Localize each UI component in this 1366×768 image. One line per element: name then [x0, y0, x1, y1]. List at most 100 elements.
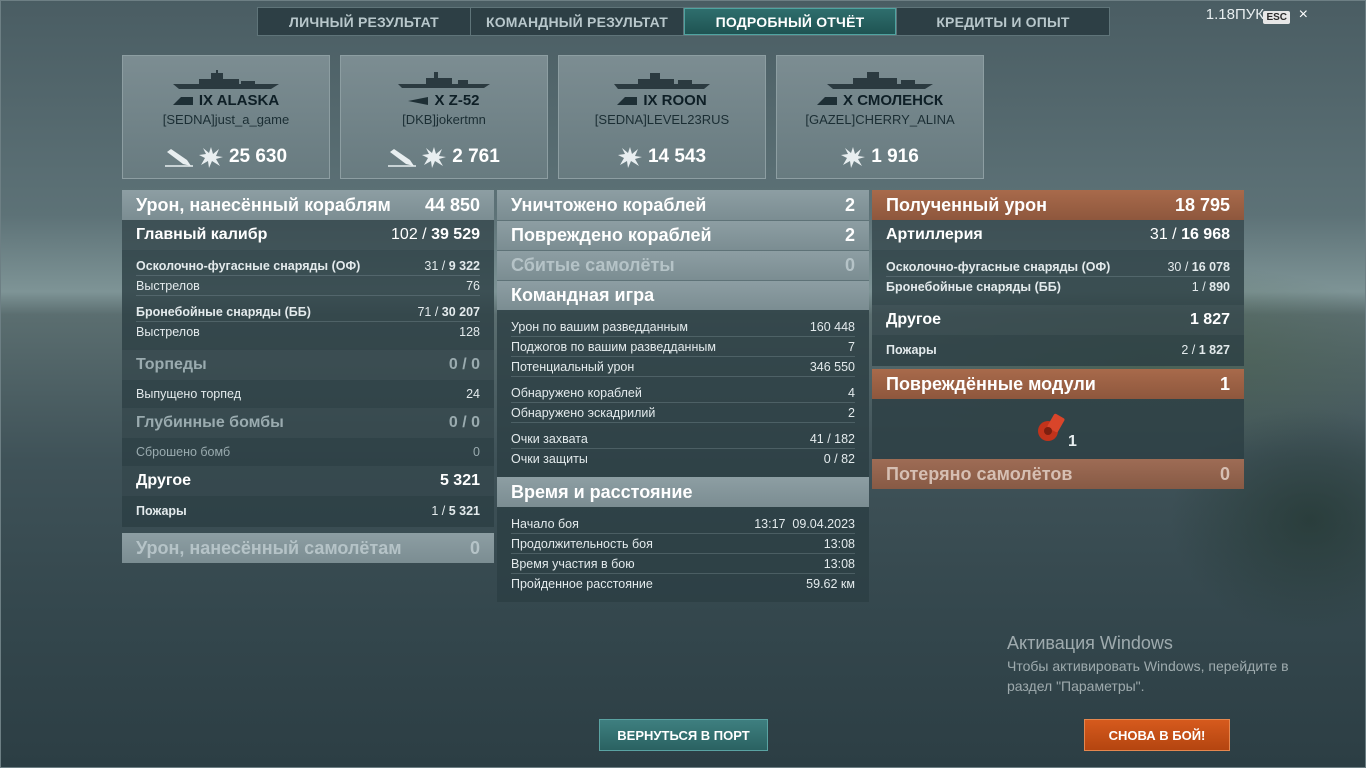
damage-dealt-value: 44 850: [424, 194, 480, 215]
time-distance-title: Время и расстояние: [511, 481, 693, 502]
ship-tier: X: [843, 92, 854, 109]
ships-damaged-label: Повреждено кораблей: [511, 225, 712, 245]
tab-team-result[interactable]: КОМАНДНЫЙ РЕЗУЛЬТАТ: [471, 8, 684, 35]
main-battery-value: 39 529: [431, 226, 480, 243]
list-item: Выстрелов 76: [136, 276, 480, 296]
tab-detailed-report[interactable]: ПОДРОБНЫЙ ОТЧЁТ: [684, 8, 897, 35]
list-item: Время участия в бою 13:08: [511, 554, 855, 574]
ship-sunk-icon: [388, 149, 417, 167]
list-item: Сброшено бомб 0: [136, 445, 480, 459]
artillery-value: 16 968: [1181, 226, 1230, 243]
damage-received-label: Полученный урон: [886, 194, 1047, 215]
list-item: Бронебойные снаряды (ББ) 71 / 30 207: [136, 302, 480, 322]
ships-damaged-value: 2: [844, 225, 855, 245]
battle-summary-panel: Уничтожено кораблей 2 Повреждено корабле…: [497, 190, 869, 602]
damage-dealt-label: Урон, нанесённый кораблям: [136, 194, 391, 215]
list-item: Начало боя 13:17 09.04.2023: [511, 514, 855, 534]
ship-name: Z-52: [448, 92, 480, 109]
artillery-label: Артиллерия: [886, 226, 983, 243]
ship-damage-value: 2 761: [452, 146, 500, 167]
list-item: Выстрелов 128: [136, 325, 480, 339]
ship-damage-value: 14 543: [647, 146, 707, 167]
ship-card: X СМОЛЕНСК [GAZEL]CHERRY_ALINA 1 916: [776, 55, 984, 179]
other-damage-label: Другое: [136, 472, 191, 489]
other-damage-value: 5 321: [439, 472, 480, 489]
list-item: Бронебойные снаряды (ББ) 1 / 890: [886, 280, 1230, 294]
damage-dealt-panel: Урон, нанесённый кораблям 44 850 Главный…: [122, 190, 494, 563]
cruiser-class-icon: [817, 97, 838, 106]
close-icon[interactable]: ×: [1299, 6, 1308, 24]
explosion-icon: [422, 147, 447, 168]
list-item: Урон по вашим разведданным 160 448: [511, 317, 855, 337]
ship-tier: IX: [198, 92, 214, 109]
player-name: [DKB]jokertmn: [402, 112, 486, 127]
tab-credits-xp[interactable]: КРЕДИТЫ И ОПЫТ: [897, 8, 1109, 35]
list-item: Очки защиты 0 / 82: [511, 452, 855, 466]
windows-activation-watermark: Активация Windows Чтобы активировать Win…: [1007, 633, 1289, 694]
damaged-modules-value: 1: [1219, 373, 1230, 394]
ship-damage-value: 25 630: [228, 146, 288, 167]
ship-damage-value: 1 916: [871, 146, 919, 167]
esc-key-hint: ESC: [1263, 11, 1290, 24]
tab-bar: ЛИЧНЫЙ РЕЗУЛЬТАТ КОМАНДНЫЙ РЕЗУЛЬТАТ ПОД…: [257, 7, 1110, 36]
damaged-modules-count: 1: [1068, 433, 1077, 450]
version-label: 1.18ПУК: [1205, 6, 1264, 23]
player-name: [GAZEL]CHERRY_ALINA: [805, 112, 955, 127]
team-play-title: Командная игра: [511, 285, 655, 305]
list-item: Потенциальный урон 346 550: [511, 357, 855, 377]
ship-name: ALASKA: [216, 92, 280, 109]
aircraft-damage-value: 0: [469, 537, 480, 558]
list-item: Пожары 1 / 5 321: [136, 504, 480, 518]
planes-shot-value: 0: [844, 255, 855, 275]
depth-charges-value: 0 / 0: [448, 414, 480, 431]
list-item: Осколочно-фугасные снаряды (ОФ) 31 / 9 3…: [136, 256, 480, 276]
damage-received-panel: Полученный урон 18 795 Артиллерия 31 / 1…: [872, 190, 1244, 489]
ship-sunk-icon: [164, 149, 193, 167]
cruiser-class-icon: [617, 97, 638, 106]
list-item: Пройденное расстояние 59.62 км: [511, 577, 855, 591]
ship-silhouette-icon: [614, 73, 710, 89]
other-received-value: 1 827: [1189, 311, 1230, 328]
explosion-icon: [841, 147, 866, 168]
ship-tier: X: [434, 92, 445, 109]
ships-destroyed-value: 2: [844, 194, 855, 215]
player-name: [SEDNA]LEVEL23RUS: [594, 112, 730, 127]
engine-module-icon: [1038, 413, 1065, 441]
ship-name: СМОЛЕНСК: [857, 92, 943, 109]
main-battery-label: Главный калибр: [136, 226, 268, 243]
other-received-label: Другое: [886, 311, 941, 328]
list-item: Пожары 2 / 1 827: [886, 343, 1230, 357]
list-item: Выпущено торпед 24: [136, 387, 480, 401]
planes-shot-label: Сбитые самолёты: [511, 255, 675, 275]
ship-silhouette-icon: [173, 70, 279, 89]
list-item: Очки захвата 41 / 182: [511, 429, 855, 449]
cruiser-class-icon: [172, 97, 193, 106]
explosion-icon: [617, 147, 642, 168]
torpedoes-label: Торпеды: [136, 356, 207, 373]
destroyer-class-icon: [408, 97, 429, 106]
ship-tier: IX: [643, 92, 658, 109]
planes-lost-value: 0: [1219, 463, 1230, 484]
damaged-modules-label: Повреждённые модули: [886, 373, 1096, 394]
ship-card: X Z-52 [DKB]jokertmn 2 761: [340, 55, 548, 179]
battle-again-button[interactable]: СНОВА В БОЙ!: [1084, 719, 1230, 751]
list-item: Обнаружено кораблей 4: [511, 383, 855, 403]
list-item: Осколочно-фугасные снаряды (ОФ) 30 / 16 …: [886, 257, 1230, 277]
main-battery-hits: 102: [391, 226, 418, 243]
planes-lost-label: Потеряно самолётов: [886, 463, 1073, 484]
damage-received-value: 18 795: [1174, 194, 1230, 215]
list-item: Обнаружено эскадрилий 2: [511, 403, 855, 423]
ships-destroyed-label: Уничтожено кораблей: [511, 194, 707, 215]
tab-personal-result[interactable]: ЛИЧНЫЙ РЕЗУЛЬТАТ: [258, 8, 471, 35]
list-item: Поджогов по вашим разведданным 7: [511, 337, 855, 357]
explosion-icon: [198, 147, 223, 168]
ship-card: IX ROON [SEDNA]LEVEL23RUS 14 543: [558, 55, 766, 179]
aircraft-damage-label: Урон, нанесённый самолётам: [136, 537, 402, 558]
ship-silhouette-icon: [398, 72, 490, 88]
return-to-port-button[interactable]: ВЕРНУТЬСЯ В ПОРТ: [599, 719, 768, 751]
ship-card: IX ALASKA [SEDNA]just_a_game 25 630: [122, 55, 330, 179]
ship-silhouette-icon: [827, 72, 933, 89]
depth-charges-label: Глубинные бомбы: [136, 414, 284, 431]
ship-name: ROON: [661, 92, 707, 109]
list-item: Продолжительность боя 13:08: [511, 534, 855, 554]
